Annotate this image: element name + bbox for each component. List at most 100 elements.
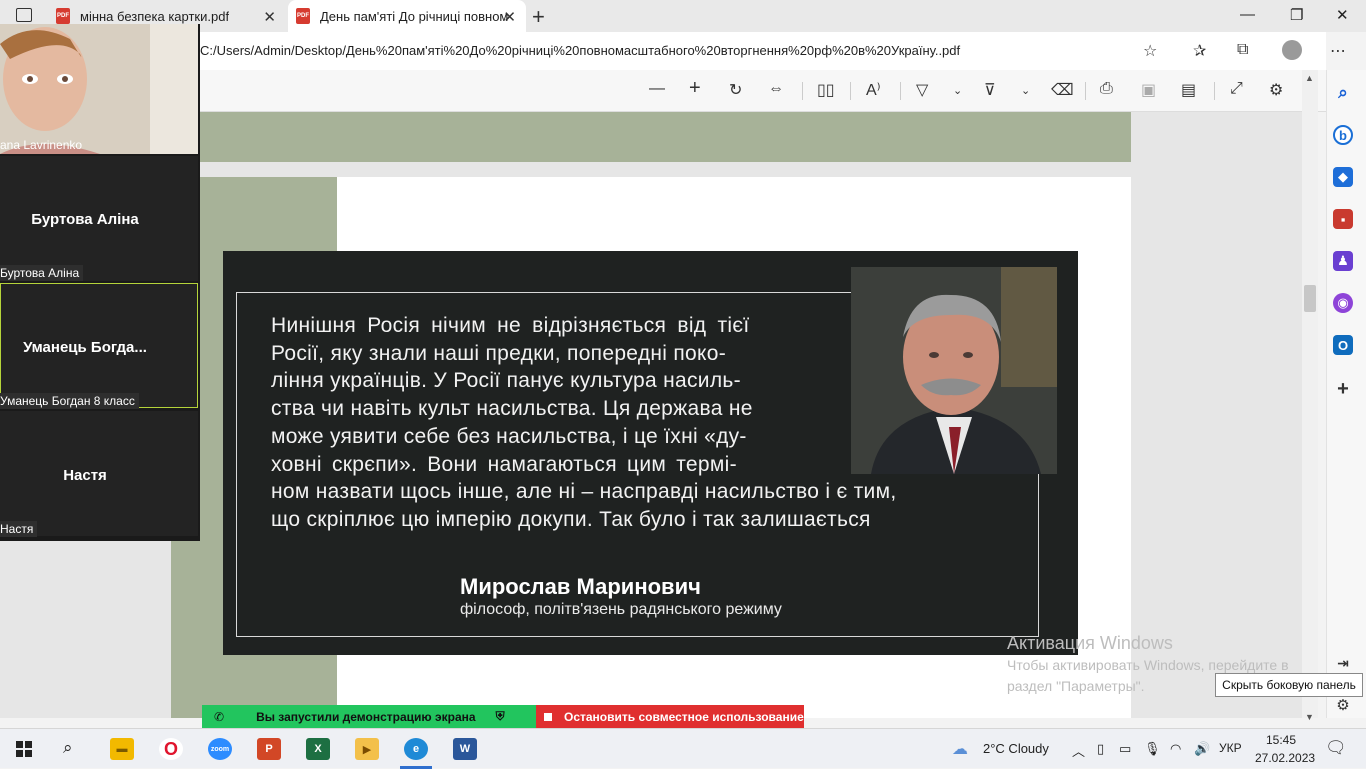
share-status-text: Вы запустили демонстрацию экрана: [256, 709, 476, 724]
quote-line: що скріплює цю імперію докупи. Так було …: [271, 507, 871, 531]
tab-label: День пам'яті До річниці повном: [320, 8, 509, 24]
word-icon[interactable]: W: [453, 738, 477, 760]
restore-button[interactable]: ❐: [1290, 6, 1303, 24]
print-icon[interactable]: ⎙: [1100, 80, 1113, 98]
add-app-icon[interactable]: +: [1333, 378, 1353, 400]
favorites-icon[interactable]: ✰: [1193, 41, 1206, 61]
pdf-icon: PDF: [296, 8, 310, 24]
minimize-button[interactable]: —: [1240, 6, 1255, 23]
wifi-icon[interactable]: ◠: [1170, 741, 1181, 757]
clock-date[interactable]: 27.02.2023: [1255, 751, 1315, 765]
save-icon[interactable]: ▣: [1141, 80, 1156, 100]
add-favorite-icon[interactable]: ☆: [1143, 41, 1157, 61]
save-as-icon[interactable]: ▤: [1181, 80, 1196, 100]
excel-icon[interactable]: X: [306, 738, 330, 760]
bing-chat-icon[interactable]: b: [1333, 125, 1353, 145]
zoom-participants-panel[interactable]: ana Lavrinenko Буртова Аліна Буртова Алі…: [0, 24, 200, 541]
tab-den-pamyati[interactable]: PDF День пам'яті До річниці повном ✕: [288, 0, 526, 32]
scroll-down-icon[interactable]: ▼: [1305, 712, 1314, 722]
clock-time[interactable]: 15:45: [1266, 733, 1296, 747]
stop-share-button[interactable]: Остановить совместное использование: [536, 705, 804, 728]
microphone-icon[interactable]: 🎙: [1144, 741, 1161, 757]
settings-gear-icon[interactable]: ⚙: [1269, 80, 1283, 100]
participant-name: Буртова Аліна: [31, 211, 139, 228]
games-icon[interactable]: ♟: [1333, 251, 1353, 271]
search-icon[interactable]: ⌕: [1333, 83, 1353, 103]
shopping-icon[interactable]: ◆: [1333, 167, 1353, 187]
participant-caption: Настя: [0, 521, 38, 537]
language-indicator[interactable]: УКР: [1219, 741, 1242, 755]
chevron-down-icon[interactable]: ⌄: [953, 84, 962, 97]
eraser-icon[interactable]: ⌫: [1051, 80, 1074, 100]
participant-name: Настя: [63, 467, 107, 484]
hide-sidebar-icon[interactable]: ⇥: [1333, 653, 1353, 673]
opera-icon[interactable]: O: [159, 738, 183, 760]
scrollbar-thumb[interactable]: [1304, 285, 1316, 312]
chevron-up-icon[interactable]: ︿: [1072, 741, 1085, 760]
collections-icon[interactable]: ⧉: [1237, 41, 1248, 59]
highlight-icon[interactable]: ⊽: [984, 80, 996, 100]
participant-caption: Уманець Богдан 8 класс: [0, 393, 139, 409]
battery-icon[interactable]: ▭: [1119, 741, 1131, 757]
more-menu-icon[interactable]: ⋯: [1330, 41, 1346, 61]
phone-icon: ✆: [214, 709, 225, 724]
shield-icon: ⛨: [495, 709, 505, 723]
read-aloud-icon[interactable]: A⁾: [866, 80, 881, 100]
tools-icon[interactable]: ▪: [1333, 209, 1353, 229]
new-tab-button[interactable]: +: [532, 4, 545, 30]
speaker-icon[interactable]: 🔊: [1194, 741, 1210, 757]
participant-caption: ana Lavrinenko: [0, 138, 83, 152]
activation-watermark-line1: Чтобы активировать Windows, перейдите в: [1007, 657, 1289, 673]
file-explorer-icon[interactable]: ▬: [110, 738, 134, 760]
hide-sidebar-tooltip: Скрыть боковую панель: [1215, 673, 1363, 697]
scroll-up-icon[interactable]: ▲: [1305, 73, 1314, 83]
zoom-out-icon[interactable]: —: [649, 80, 665, 98]
windows-taskbar: ⌕ ▬ O zoom P X ▶ e W ☁ 2°C Cloudy ︿ ▯ ▭ …: [0, 728, 1366, 769]
outlook-icon[interactable]: O: [1333, 335, 1353, 355]
fullscreen-icon[interactable]: ⤢: [1230, 80, 1243, 98]
notifications-icon[interactable]: 🗨: [1325, 738, 1347, 758]
toolbar-divider: [1214, 82, 1215, 100]
quote-line: може уявити себе без насильства, і це їх…: [271, 424, 747, 448]
rotate-icon[interactable]: ↻: [729, 80, 742, 100]
tab-bar: PDF мінна безпека картки.pdf ✕ PDF День …: [0, 0, 1366, 32]
stop-share-label: Остановить совместное использование: [564, 709, 804, 724]
sidebar-settings-icon[interactable]: ⚙: [1333, 695, 1353, 715]
weather-text[interactable]: 2°C Cloudy: [983, 741, 1049, 756]
author-name: Мирослав Маринович: [460, 574, 701, 599]
vertical-scrollbar[interactable]: [1302, 70, 1318, 718]
draw-icon[interactable]: ▽: [916, 80, 928, 100]
close-icon[interactable]: ✕: [503, 8, 516, 26]
search-icon[interactable]: ⌕: [63, 738, 73, 758]
quote-line: ховні скрєпи». Вони намагаються цим терм…: [271, 452, 737, 476]
toolbar-divider: [850, 82, 851, 100]
quote-line: ства чи навіть культ насильства. Ця держ…: [271, 397, 753, 421]
quote-line: Росії, яку знали наші предки, попередні …: [271, 341, 727, 365]
zoom-in-icon[interactable]: +: [689, 77, 701, 100]
edge-icon[interactable]: e: [404, 738, 428, 760]
pdf-icon: PDF: [56, 8, 70, 24]
microsoft365-icon[interactable]: ◉: [1333, 293, 1353, 313]
activation-watermark-title: Активация Windows: [1007, 633, 1173, 653]
powerpoint-icon[interactable]: P: [257, 738, 281, 760]
page-view-icon[interactable]: ▯▯: [817, 80, 835, 100]
tab-actions-icon[interactable]: [16, 8, 32, 22]
tray-usb-icon[interactable]: ▯: [1097, 741, 1104, 757]
close-icon[interactable]: ✕: [263, 8, 276, 26]
toolbar-divider: [802, 82, 803, 100]
cloud-icon: ☁: [952, 741, 968, 758]
url-field[interactable]: C:/Users/Admin/Desktop/День%20пам'яті%20…: [200, 43, 960, 58]
activation-watermark-line2: раздел "Параметры".: [1007, 678, 1145, 694]
media-player-icon[interactable]: ▶: [355, 738, 379, 760]
quote-line: Нинішня Росія нічим не відрізняється від…: [271, 314, 750, 337]
participant-name: Уманець Богда...: [23, 339, 147, 356]
chevron-down-icon[interactable]: ⌄: [1021, 84, 1030, 97]
quote-line: ління українців. У Росії панує культура …: [271, 369, 741, 393]
close-window-button[interactable]: ✕: [1336, 6, 1349, 24]
share-status-bar[interactable]: ✆ Вы запустили демонстрацию экрана ⛨: [202, 705, 536, 728]
fit-width-icon[interactable]: ⇔: [768, 80, 784, 98]
zoom-icon[interactable]: zoom: [208, 738, 232, 760]
quote-text: Нинішня Росія нічим не відрізняється від…: [271, 312, 1007, 534]
profile-avatar[interactable]: [1282, 40, 1302, 60]
windows-start-icon[interactable]: [16, 741, 32, 757]
